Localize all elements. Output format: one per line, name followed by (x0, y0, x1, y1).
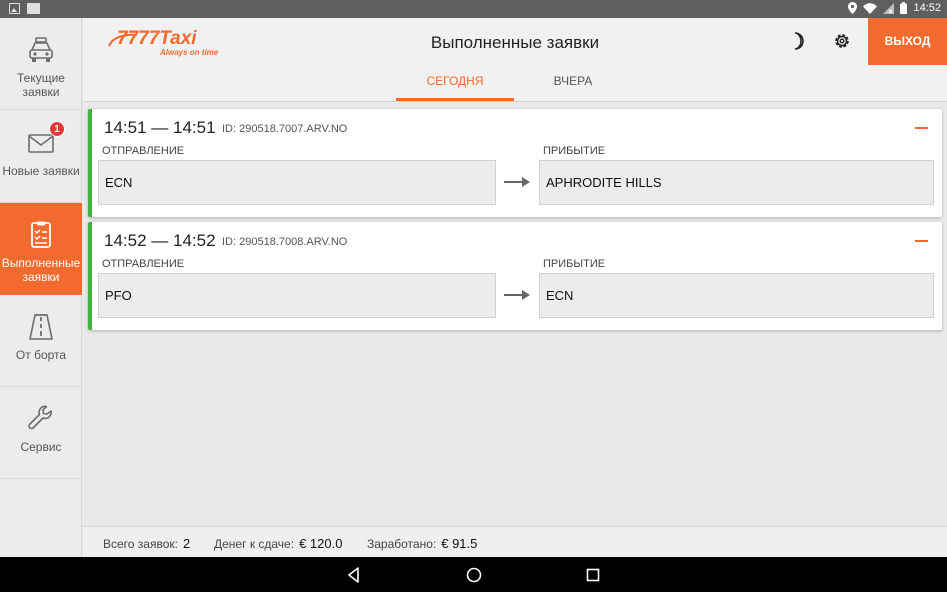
sidebar-item-label: Сервис (20, 440, 62, 454)
collapse-icon[interactable] (915, 240, 928, 242)
order-id: ID: 290518.7008.ARV.NO (222, 236, 348, 248)
total-orders-value: 2 (182, 536, 191, 551)
departure-field: PFO (98, 273, 496, 318)
sidebar-item-label: От борта (15, 348, 67, 362)
battery-icon (900, 2, 908, 14)
order-times: 14:51 — 14:51 (104, 118, 216, 137)
home-icon[interactable] (465, 566, 483, 584)
earned: Заработано: € 91.5 (367, 536, 477, 551)
navigation-bar (0, 557, 947, 592)
total-orders: Всего заявок: 2 (103, 536, 190, 551)
order-card[interactable]: 14:52 — 14:52 ID: 290518.7008.ARV.NO ОТП… (88, 222, 942, 330)
store-notification-icon (27, 3, 40, 14)
summary-footer: Всего заявок: 2 Денег к сдаче: € 120.0 Зар… (83, 526, 947, 557)
money-to-hand-over-value: € 120.0 (299, 536, 343, 551)
arrow-right-icon (504, 177, 530, 187)
orders-list: 14:51 — 14:51 ID: 290518.7007.ARV.NO ОТП… (83, 103, 947, 525)
arrival-field: APHRODITE HILLS (539, 160, 934, 205)
wifi-icon (863, 2, 878, 14)
sidebar-item-label: Выполненные заявки (1, 256, 81, 284)
sidebar-item-current-orders[interactable]: Текущие заявки (0, 18, 82, 110)
order-card[interactable]: 14:51 — 14:51 ID: 290518.7007.ARV.NO ОТП… (88, 109, 942, 217)
sidebar-item-from-board[interactable]: От борта (0, 295, 82, 387)
active-tab-indicator (396, 98, 514, 101)
total-orders-label: Всего заявок: (103, 537, 178, 551)
back-icon[interactable] (345, 566, 363, 584)
sidebar: Текущие заявки Новые заявки Выполненные … (0, 18, 82, 557)
page-title: Выполненные заявки (430, 33, 600, 52)
header: 7777Taxi Always on time Выполненные заяв… (83, 18, 947, 102)
earned-value: € 91.5 (441, 536, 478, 551)
road-icon (29, 314, 53, 340)
money-to-hand-over: Денег к сдаче: € 120.0 (214, 536, 342, 551)
arrival-field: ECN (539, 273, 934, 318)
no-signal-icon (883, 2, 895, 14)
tab-yesterday[interactable]: ВЧЕРА (519, 74, 627, 88)
sidebar-item-service[interactable]: Сервис (0, 387, 82, 479)
earned-label: Заработано: (367, 537, 437, 551)
money-to-hand-over-label: Денег к сдаче: (214, 537, 295, 551)
departure-field: ECN (98, 160, 496, 205)
sidebar-item-completed-orders[interactable]: Выполненные заявки (0, 203, 82, 295)
logout-button[interactable]: ВЫХОД (868, 18, 947, 65)
sidebar-item-label: Новые заявки (2, 164, 80, 178)
taxi-icon (29, 37, 53, 62)
status-bar: 14:52 (0, 0, 947, 18)
sidebar-item-label: Текущие заявки (17, 71, 65, 99)
location-icon (848, 2, 858, 14)
arrival-label: ПРИБЫТИЕ (543, 258, 606, 270)
app-screen: 14:52 Текущие заявки Новые заявки Выполн… (0, 0, 947, 592)
gallery-notification-icon (9, 3, 20, 14)
wrench-icon (28, 405, 52, 430)
night-mode-icon[interactable] (787, 31, 807, 51)
recent-apps-icon[interactable] (584, 566, 602, 584)
sidebar-item-new-orders[interactable]: Новые заявки (0, 111, 82, 203)
arrow-right-icon (504, 290, 530, 300)
order-times: 14:52 — 14:52 (104, 231, 216, 250)
departure-label: ОТПРАВЛЕНИЕ (102, 145, 185, 157)
checklist-icon (31, 221, 51, 248)
new-orders-badge: 1 (49, 121, 65, 137)
collapse-icon[interactable] (915, 127, 928, 129)
arrival-label: ПРИБЫТИЕ (543, 145, 606, 157)
gear-icon[interactable] (832, 31, 852, 51)
departure-label: ОТПРАВЛЕНИЕ (102, 258, 185, 270)
tab-today[interactable]: СЕГОДНЯ (396, 74, 514, 88)
clock: 14:52 (913, 2, 941, 14)
order-id: ID: 290518.7007.ARV.NO (222, 123, 348, 135)
